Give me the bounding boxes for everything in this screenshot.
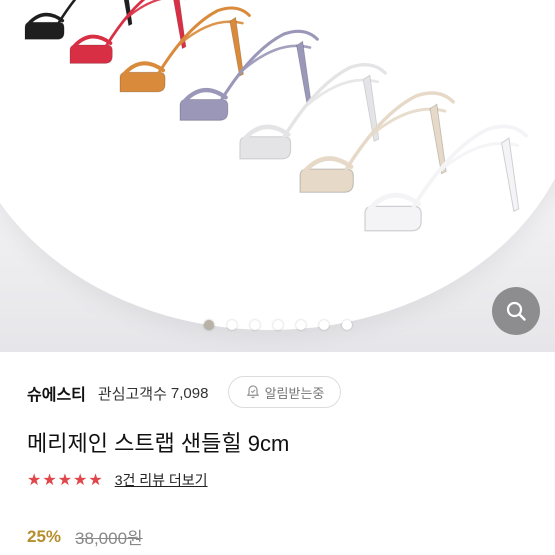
star-icon: ★ xyxy=(73,470,88,489)
sandal xyxy=(24,0,133,40)
slide-dot[interactable] xyxy=(250,320,260,330)
product-title: 메리제인 스트랩 샌들힐 9cm xyxy=(27,431,290,456)
notification-label: 알림받는중 xyxy=(264,385,325,401)
discount-rate: 25% xyxy=(27,526,62,546)
price-row: 25% 38,000원 xyxy=(27,524,143,549)
slide-dot[interactable] xyxy=(342,320,352,330)
star-icon: ★ xyxy=(57,470,73,489)
star-icon: ★ xyxy=(27,470,42,489)
product-info: 슈에스티 관심고객수 7,098 알림받는중 메리제인 스트랩 샌들힐 9cm … xyxy=(0,352,555,555)
review-more-link[interactable]: 3건 리뷰 더보기 xyxy=(115,470,208,490)
sandal xyxy=(364,124,528,232)
star-icon: ★ xyxy=(42,470,57,489)
slide-dot[interactable] xyxy=(204,320,214,330)
follower-label: 관심고객수 xyxy=(97,385,167,403)
brand-name[interactable]: 슈에스티 xyxy=(27,381,86,405)
slide-dot[interactable] xyxy=(227,320,237,330)
sandal xyxy=(119,6,251,93)
search-icon xyxy=(506,301,526,321)
bell-check-icon xyxy=(246,385,259,399)
star-rating: ★ ★ ★ ★ ★ xyxy=(27,472,103,488)
follower-count: 7,098 xyxy=(170,384,209,402)
product-image-gallery[interactable] xyxy=(0,0,555,352)
rating-row: ★ ★ ★ ★ ★ 3건 리뷰 더보기 xyxy=(27,468,208,492)
sandal xyxy=(299,91,455,193)
brand-row: 슈에스티 관심고객수 7,098 xyxy=(27,376,208,410)
notification-toggle-button[interactable]: 알림받는중 xyxy=(228,376,341,408)
sandal-product-photo xyxy=(24,0,528,232)
slide-dot[interactable] xyxy=(273,320,283,330)
slide-indicator xyxy=(0,317,555,333)
star-icon: ★ xyxy=(88,470,103,489)
original-price: 38,000원 xyxy=(75,529,143,548)
zoom-button[interactable] xyxy=(492,287,540,335)
slide-dot[interactable] xyxy=(319,320,329,330)
sandal xyxy=(179,29,319,121)
slide-dot[interactable] xyxy=(296,320,306,330)
